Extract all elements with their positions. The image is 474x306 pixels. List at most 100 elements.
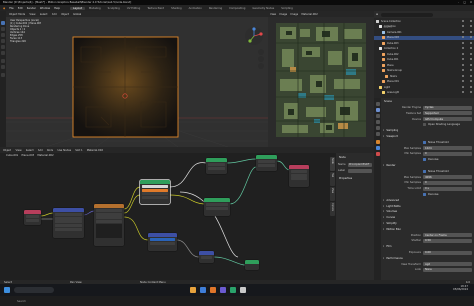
outliner-row[interactable]: Cube.002	[374, 52, 474, 56]
image-texture-node[interactable]	[94, 204, 124, 246]
camera-icon[interactable]	[469, 36, 472, 39]
eye-icon[interactable]	[462, 85, 465, 88]
workspace-tab[interactable]: Rendering	[206, 7, 225, 10]
camera-icon[interactable]	[469, 80, 472, 83]
mix-shader-node[interactable]	[206, 158, 227, 174]
image-editor-menu-item[interactable]: Image	[279, 13, 287, 16]
workspace-tab[interactable]: Compositing	[226, 7, 248, 10]
viewport-canvas[interactable]	[6, 17, 268, 147]
move-icon[interactable]	[1, 33, 5, 37]
properties-section[interactable]: ▾ Sampling	[383, 128, 472, 133]
reroute-node[interactable]	[245, 260, 259, 270]
minimize-icon[interactable]: –	[458, 1, 459, 4]
menu-item[interactable]: Render	[27, 7, 36, 10]
properties-section[interactable]: ▾ Curves	[383, 215, 472, 220]
outliner-row[interactable]: Stairs.Group	[374, 69, 474, 73]
image-editor-menu-item[interactable]: View	[270, 13, 276, 16]
3d-viewport[interactable]: Object Mode View Select Add Object Global Use…	[6, 11, 268, 147]
sidebar-tab[interactable]: Tool	[330, 172, 335, 186]
camera-icon[interactable]	[469, 91, 472, 94]
eye-icon[interactable]	[462, 47, 465, 50]
field-value[interactable]: Supported	[423, 111, 472, 116]
field-value[interactable]: 0 s	[423, 186, 472, 191]
menu-item[interactable]: Help	[54, 7, 60, 10]
camera-icon[interactable]	[469, 19, 472, 22]
camera-icon[interactable]	[469, 58, 472, 61]
maximize-icon[interactable]: □	[463, 1, 465, 4]
eye-icon[interactable]	[462, 69, 465, 72]
transform-icon[interactable]	[1, 51, 5, 55]
outliner-row[interactable]: Cube.003	[374, 41, 474, 45]
workspace-tab[interactable]: Modeling	[86, 7, 104, 10]
add-cube-icon[interactable]	[1, 73, 5, 77]
camera-icon[interactable]	[469, 63, 472, 66]
select-box-icon[interactable]	[1, 21, 5, 25]
camera-icon[interactable]	[469, 41, 472, 44]
sidebar-tab[interactable]: Node	[330, 157, 335, 171]
properties-section[interactable]: ▾ Simplify	[383, 221, 472, 226]
field-value[interactable]: AgX	[423, 262, 472, 267]
properties-section[interactable]: ▾ Light Paths	[383, 204, 472, 209]
outliner-search[interactable]: Search	[381, 12, 434, 29]
node-name-field[interactable]: Principled BSDF	[348, 162, 372, 167]
outliner-row[interactable]: Plane.003	[374, 35, 474, 40]
workspace-tab[interactable]: Layout	[70, 6, 85, 10]
workspace-tab[interactable]: Animation	[186, 7, 205, 10]
close-icon[interactable]: ✕	[470, 1, 472, 4]
blender-logo-icon[interactable]: ◉	[3, 7, 5, 10]
outliner-row[interactable]: Stairs	[374, 74, 474, 78]
rotate-icon[interactable]	[1, 39, 5, 43]
image-editor[interactable]: View Image Image Material.002	[268, 11, 374, 147]
outliner-row[interactable]: Plane.001	[374, 80, 474, 84]
zoom-icon[interactable]	[258, 49, 264, 55]
file-explorer-icon[interactable]	[190, 287, 196, 293]
viewport-menu-item[interactable]: Global	[73, 13, 81, 16]
navigation-gizmo[interactable]	[244, 26, 264, 46]
filter-icon[interactable]: ☰	[376, 13, 378, 16]
normal-map-node[interactable]	[199, 251, 214, 263]
checkbox[interactable]	[423, 169, 426, 173]
field-value[interactable]: 4096	[423, 175, 472, 180]
properties-section[interactable]: ▾ Advanced	[383, 198, 472, 203]
field-value[interactable]: 0.00	[423, 250, 472, 255]
viewport-menu-item[interactable]: Object	[61, 13, 69, 16]
outliner-row[interactable]: Area.Light	[374, 91, 474, 95]
eye-icon[interactable]	[462, 63, 465, 66]
workspace-tab[interactable]: Geometry Nodes	[249, 7, 277, 10]
app-icon[interactable]	[220, 287, 226, 293]
eye-icon[interactable]	[462, 80, 465, 83]
add-shader-node[interactable]	[256, 155, 277, 171]
eye-icon[interactable]	[462, 19, 465, 22]
camera-icon[interactable]	[469, 52, 472, 55]
outliner-row[interactable]: Camera.001	[374, 30, 474, 34]
field-value[interactable]: 1024	[423, 146, 472, 151]
checkbox[interactable]	[423, 158, 426, 162]
field-value[interactable]: 0.50	[423, 238, 472, 243]
windows-start-icon[interactable]	[4, 287, 10, 293]
menu-item[interactable]: Window	[40, 7, 50, 10]
field-value[interactable]: 0	[423, 180, 472, 185]
eye-icon[interactable]	[462, 74, 465, 77]
sidebar-tab[interactable]: View	[330, 187, 335, 201]
properties-section[interactable]: ▾ Render	[383, 163, 472, 168]
outliner-row[interactable]: Collection	[374, 25, 474, 29]
menu-item[interactable]: Edit	[18, 7, 23, 10]
eye-icon[interactable]	[462, 36, 465, 39]
viewport-menu-item[interactable]: Object Mode	[9, 13, 25, 16]
blender-taskbar-icon[interactable]	[210, 287, 216, 293]
annotate-icon[interactable]	[1, 59, 5, 63]
eye-icon[interactable]	[462, 41, 465, 44]
system-clock[interactable]: 18:47 05/06/2024	[453, 285, 468, 291]
workspace-tab[interactable]: UV Editing	[124, 7, 144, 10]
eye-icon[interactable]	[462, 52, 465, 55]
field-value[interactable]: 0	[423, 151, 472, 156]
properties-section[interactable]: ▾ Volumes	[383, 209, 472, 214]
scale-icon[interactable]	[1, 45, 5, 49]
checkbox[interactable]	[423, 140, 426, 144]
camera-icon[interactable]	[469, 30, 472, 33]
shader-node-editor[interactable]: Object View Select Add Node Use Nodes Slot 1 Ma…	[0, 147, 374, 280]
viewport-menu-item[interactable]: Select	[40, 13, 48, 16]
sidebar-tab[interactable]: Options	[330, 202, 335, 216]
workspace-tab[interactable]: Shading	[168, 7, 185, 10]
camera-icon[interactable]	[469, 69, 472, 72]
